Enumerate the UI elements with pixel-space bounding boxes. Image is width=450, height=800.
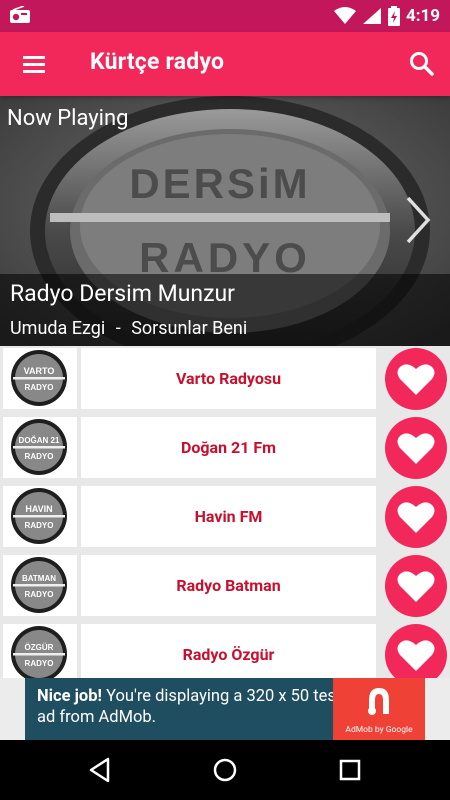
favorite-button[interactable]	[385, 555, 447, 617]
cell-signal-icon	[362, 8, 381, 24]
system-nav-bar	[0, 740, 450, 800]
svg-text:RADYO: RADYO	[25, 521, 54, 530]
station-name[interactable]: Radyo Özgür	[81, 624, 376, 678]
list-item[interactable]: HAVIN RADYO Havin FM	[0, 484, 450, 549]
station-name[interactable]: Varto Radyosu	[81, 348, 376, 409]
station-name[interactable]: Radyo Batman	[81, 555, 376, 616]
admob-icon	[368, 688, 389, 715]
station-name[interactable]: Doğan 21 Fm	[81, 417, 376, 478]
svg-text:ÖZGÜR: ÖZGÜR	[25, 643, 54, 652]
heart-icon	[397, 640, 435, 671]
list-item[interactable]: BATMAN RADYO Radyo Batman	[0, 553, 450, 618]
admob-caption: AdMob by Google	[345, 725, 413, 735]
heart-icon	[397, 502, 435, 533]
page-title: Kürtçe radyo	[90, 48, 225, 75]
wifi-icon	[333, 7, 356, 24]
svg-text:BATMAN: BATMAN	[22, 574, 56, 583]
ad-text: Nice job! You're displaying a 320 x 50 t…	[37, 686, 347, 728]
ad-area: Nice job! You're displaying a 320 x 50 t…	[0, 678, 450, 740]
svg-text:RADYO: RADYO	[25, 590, 54, 599]
list-item[interactable]: VARTO RADYO Varto Radyosu	[0, 346, 450, 411]
chevron-right-icon[interactable]	[400, 194, 436, 246]
favorite-button[interactable]	[385, 417, 447, 479]
station-logo: BATMAN RADYO	[3, 555, 77, 616]
heart-icon	[397, 433, 435, 464]
svg-text:RADYO: RADYO	[25, 383, 54, 392]
heart-icon	[397, 571, 435, 602]
home-icon[interactable]	[210, 755, 240, 785]
radio-notification-icon	[10, 6, 30, 23]
status-bar: 4:19	[0, 0, 450, 32]
ad-banner[interactable]: Nice job! You're displaying a 320 x 50 t…	[25, 678, 425, 740]
station-list[interactable]: VARTO RADYO Varto Radyosu DOĞAN 21 RADYO…	[0, 346, 450, 678]
list-item[interactable]: ÖZGÜR RADYO Radyo Özgür	[0, 622, 450, 678]
app-bar: Kürtçe radyo	[0, 32, 450, 96]
menu-icon[interactable]	[18, 50, 50, 78]
svg-text:DOĞAN 21: DOĞAN 21	[19, 436, 60, 445]
ad-headline: Nice job!	[37, 687, 102, 706]
station-logo: HAVIN RADYO	[3, 486, 77, 547]
search-icon[interactable]	[406, 48, 438, 80]
now-playing-label: Now Playing	[7, 106, 129, 131]
station-name[interactable]: Havin FM	[81, 486, 376, 547]
station-logo: ÖZGÜR RADYO	[3, 624, 77, 678]
svg-text:DERSiM: DERSiM	[129, 160, 310, 207]
now-playing-station: Radyo Dersim Munzur	[10, 280, 235, 307]
svg-text:RADYO: RADYO	[25, 659, 54, 668]
favorite-button[interactable]	[385, 624, 447, 678]
back-icon[interactable]	[86, 755, 116, 785]
admob-logo: AdMob by Google	[333, 678, 425, 740]
list-item[interactable]: DOĞAN 21 RADYO Doğan 21 Fm	[0, 415, 450, 480]
track-artist: Umuda Ezgi	[10, 318, 106, 339]
track-title: Sorsunlar Beni	[131, 318, 248, 339]
now-playing-track: Umuda Ezgi - Sorsunlar Beni	[10, 318, 247, 339]
track-separator: -	[115, 318, 121, 339]
station-logo: VARTO RADYO	[3, 348, 77, 409]
battery-icon	[387, 6, 400, 26]
recents-icon[interactable]	[335, 755, 365, 785]
svg-text:RADYO: RADYO	[25, 452, 54, 461]
svg-text:HAVIN: HAVIN	[25, 504, 52, 514]
station-logo: DOĞAN 21 RADYO	[3, 417, 77, 478]
svg-text:VARTO: VARTO	[24, 366, 55, 376]
clock: 4:19	[405, 6, 440, 26]
heart-icon	[397, 364, 435, 395]
now-playing-panel[interactable]: DERSiM RADYO Now Playing Radyo Dersim Mu…	[0, 96, 450, 346]
favorite-button[interactable]	[385, 348, 447, 410]
favorite-button[interactable]	[385, 486, 447, 548]
